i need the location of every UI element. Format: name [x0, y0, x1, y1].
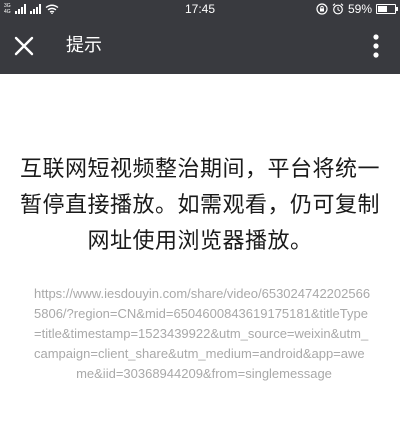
- content-area: 互联网短视频整治期间，平台将统一暂停直接播放。如需观看，仍可复制网址使用浏览器播…: [0, 74, 400, 435]
- status-right: 59%: [316, 0, 398, 18]
- status-bar: 3G 4G 17:45 59%: [0, 0, 400, 18]
- rotation-lock-icon: [316, 3, 328, 15]
- close-icon: [14, 36, 34, 56]
- alarm-clock-icon: [332, 3, 344, 15]
- page-title: 提示: [66, 35, 102, 56]
- battery-icon: [376, 4, 398, 14]
- battery-percent: 59%: [347, 2, 372, 16]
- share-url[interactable]: https://www.iesdouyin.com/share/video/65…: [34, 284, 374, 384]
- more-options-button[interactable]: [360, 28, 392, 64]
- close-button[interactable]: [6, 28, 42, 64]
- notice-message: 互联网短视频整治期间，平台将统一暂停直接播放。如需观看，仍可复制网址使用浏览器播…: [19, 157, 380, 254]
- more-vertical-icon: [373, 34, 379, 58]
- title-bar: 提示: [0, 18, 400, 74]
- battery-fill: [378, 6, 388, 12]
